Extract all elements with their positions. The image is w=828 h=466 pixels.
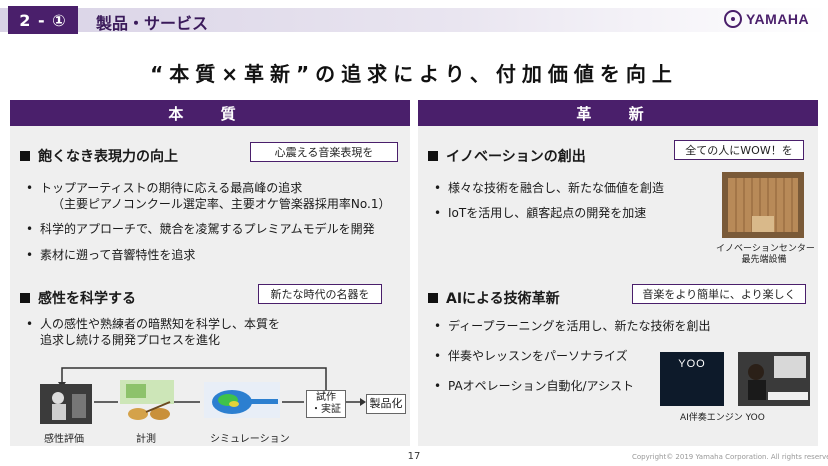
square-bullet-icon <box>20 151 30 161</box>
expression-bullets: トップアーティストの期待に応える最高峰の追求 （主要ピアノコンクール選定率、主要… <box>24 180 408 272</box>
prototype-label: 試作 ・実証 <box>311 392 341 415</box>
ai-section-title: AIによる技術革新 <box>428 288 560 308</box>
expression-title-text: 飽くなき表現力の向上 <box>38 149 178 165</box>
innovation-bullets: 様々な技術を融合し、新たな価値を創造 IoTを活用し、顧客起点の開発を加速 <box>432 180 722 230</box>
yoo-logo-text: YOO <box>678 358 706 370</box>
logo-text: YAMAHA <box>746 11 810 27</box>
tuning-fork-logo-icon <box>724 10 742 28</box>
expression-section-title: 飽くなき表現力の向上 <box>20 146 178 166</box>
acoustic-room-icon <box>722 172 804 238</box>
innovation-heading: 革 新 <box>418 100 818 126</box>
square-bullet-icon <box>428 151 438 161</box>
yoo-caption: AI伴奏エンジン YOO <box>680 413 765 423</box>
expression-tag: 心震える音楽表現を <box>250 142 398 162</box>
list-item: ディープラーニングを活用し、新たな技術を創出 <box>432 318 732 334</box>
list-item: 素材に遡って音響特性を追求 <box>24 247 408 263</box>
simulation-photo <box>204 382 280 418</box>
pianist-icon <box>738 352 810 406</box>
sensibility-bullets: 人の感性や熟練者の暗黙知を科学し、本質を 追求し続ける開発プロセスを進化 <box>24 316 408 357</box>
list-item: 人の感性や熟練者の暗黙知を科学し、本質を 追求し続ける開発プロセスを進化 <box>24 316 408 348</box>
simulation-label: シミュレーション <box>210 434 290 445</box>
copyright-text: Copyright© 2019 Yamaha Corporation. All … <box>632 453 828 461</box>
essence-heading: 本 質 <box>10 100 410 126</box>
measurement-photo <box>120 380 174 424</box>
square-bullet-icon <box>428 293 438 303</box>
bullet-text: 人の感性や熟練者の暗黙知を科学し、本質を <box>40 317 281 331</box>
measurement-label: 計測 <box>136 434 156 445</box>
sensory-evaluation-label: 感性評価 <box>44 434 84 445</box>
page-title: “本質×革新”の追求により、付加価値を向上 <box>150 62 678 86</box>
innovation-center-subcaption: 最先端設備 <box>741 255 787 265</box>
pianist-photo <box>738 352 810 406</box>
sensibility-tag: 新たな時代の名器を <box>258 284 382 304</box>
innovation-center-photo <box>722 172 804 238</box>
list-item: 様々な技術を融合し、新たな価値を創造 <box>432 180 722 196</box>
list-item: IoTを活用し、顧客起点の開発を加速 <box>432 205 722 221</box>
musician-icon <box>40 384 92 424</box>
sensibility-title-text: 感性を科学する <box>38 291 136 307</box>
guitar-simulation-icon <box>204 382 280 418</box>
bullet-subtext: （主要ピアノコンクール選定率、主要オケ管楽器採用率No.1） <box>52 197 391 212</box>
prototype-box: 試作 ・実証 <box>306 390 346 418</box>
music-fun-tag: 音楽をより簡単に、より楽しく <box>632 284 806 304</box>
measurement-device-icon <box>120 380 174 420</box>
list-item: トップアーティストの期待に応える最高峰の追求 （主要ピアノコンクール選定率、主要… <box>24 180 408 212</box>
bullet-text: トップアーティストの期待に応える最高峰の追求 <box>40 181 303 195</box>
sensory-evaluation-photo <box>40 384 92 424</box>
section-number: 2 - ① <box>8 6 78 34</box>
productization-box: 製品化 <box>366 394 406 414</box>
innovation-panel: 革 新 イノベーションの創出 全ての人にWOW！を 様々な技術を融合し、新たな価… <box>418 100 818 446</box>
essence-panel: 本 質 飽くなき表現力の向上 心震える音楽表現を トップアーティストの期待に応え… <box>10 100 410 446</box>
yoo-screen-photo: YOO <box>660 352 724 406</box>
header: 2 - ① 製品・サービス YAMAHA <box>0 0 828 38</box>
innovation-section-title: イノベーションの創出 <box>428 146 586 166</box>
innovation-title-text: イノベーションの創出 <box>446 149 586 165</box>
feedback-loop-line <box>61 367 327 394</box>
sensibility-section-title: 感性を科学する <box>20 288 136 308</box>
square-bullet-icon <box>20 293 30 303</box>
yamaha-logo: YAMAHA <box>724 10 809 28</box>
ai-title-text: AIによる技術革新 <box>446 291 560 307</box>
wow-tag: 全ての人にWOW！を <box>674 140 804 160</box>
section-title: 製品・サービス <box>96 14 209 33</box>
list-item: 科学的アプローチで、競合を凌駕するプレミアムモデルを開発 <box>24 221 408 237</box>
bullet-text: 追求し続ける開発プロセスを進化 <box>40 333 221 348</box>
